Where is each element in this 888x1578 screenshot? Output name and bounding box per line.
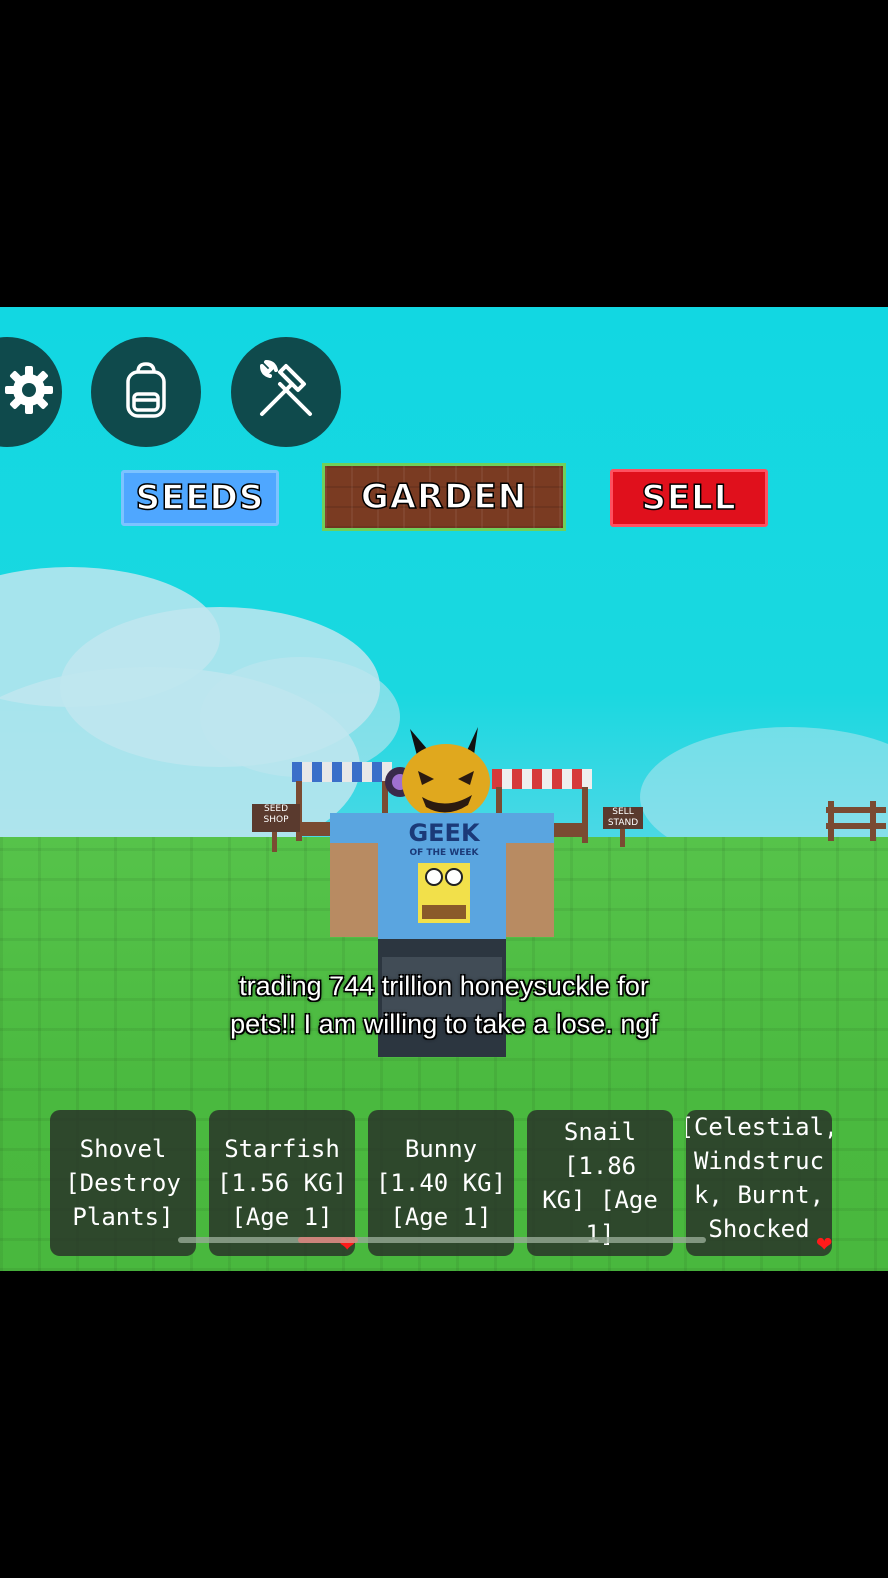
hotbar-slot-shovel[interactable]: Shovel [Destroy Plants] (50, 1110, 196, 1256)
hotbar-scroll-thumb[interactable] (298, 1237, 358, 1243)
slot-label: Starfish [1.56 KG] [Age 1] (216, 1135, 348, 1231)
fence (828, 801, 834, 841)
hotbar-slot-bunny[interactable]: Bunny [1.40 KG] [Age 1] (368, 1110, 514, 1256)
favorite-heart-icon: ❤ (339, 1230, 355, 1256)
slot-label: [Celestial, Windstruc k, Burnt, Shocked (686, 1113, 832, 1243)
tools-icon (252, 356, 320, 428)
sell-stand-sign: SELL STAND (603, 807, 643, 829)
game-viewport[interactable]: SEED SHOP SELL STAND GEEK OF THE WEEK SE… (0, 307, 888, 1271)
seed-shop-sign: SEED SHOP (252, 804, 300, 832)
fence (870, 801, 876, 841)
backpack-icon (116, 360, 176, 424)
slot-label: Snail [1.86 KG] [Age 1] (542, 1118, 658, 1248)
hotbar: Shovel [Destroy Plants] Starfish [1.56 K… (50, 1110, 840, 1256)
slot-label: Shovel [Destroy Plants] (65, 1135, 181, 1231)
seeds-button[interactable]: SEEDS (121, 470, 279, 526)
backpack-button[interactable] (91, 337, 201, 447)
settings-button[interactable] (0, 337, 62, 447)
sign-post (272, 832, 277, 852)
video-caption: trading 744 trillion honeysuckle for pet… (230, 971, 658, 1039)
shirt-text-week: OF THE WEEK (409, 848, 479, 858)
sell-button[interactable]: SELL (610, 469, 768, 527)
slot-label: Bunny [1.40 KG] [Age 1] (375, 1135, 507, 1231)
tools-button[interactable] (231, 337, 341, 447)
shirt-text-geek: GEEK (408, 819, 480, 847)
hotbar-slot-mutated-item[interactable]: [Celestial, Windstruc k, Burnt, Shocked … (686, 1110, 832, 1256)
hotbar-scrollbar[interactable] (178, 1237, 706, 1243)
garden-button[interactable]: GARDEN (322, 463, 566, 531)
fence (826, 807, 886, 813)
favorite-heart-icon: ❤ (816, 1228, 832, 1256)
hotbar-slot-starfish[interactable]: Starfish [1.56 KG] [Age 1] ❤ (209, 1110, 355, 1256)
gear-icon (1, 362, 57, 422)
hotbar-slot-snail[interactable]: Snail [1.86 KG] [Age 1] (527, 1110, 673, 1256)
sign-post (620, 829, 625, 847)
fence (826, 823, 886, 829)
